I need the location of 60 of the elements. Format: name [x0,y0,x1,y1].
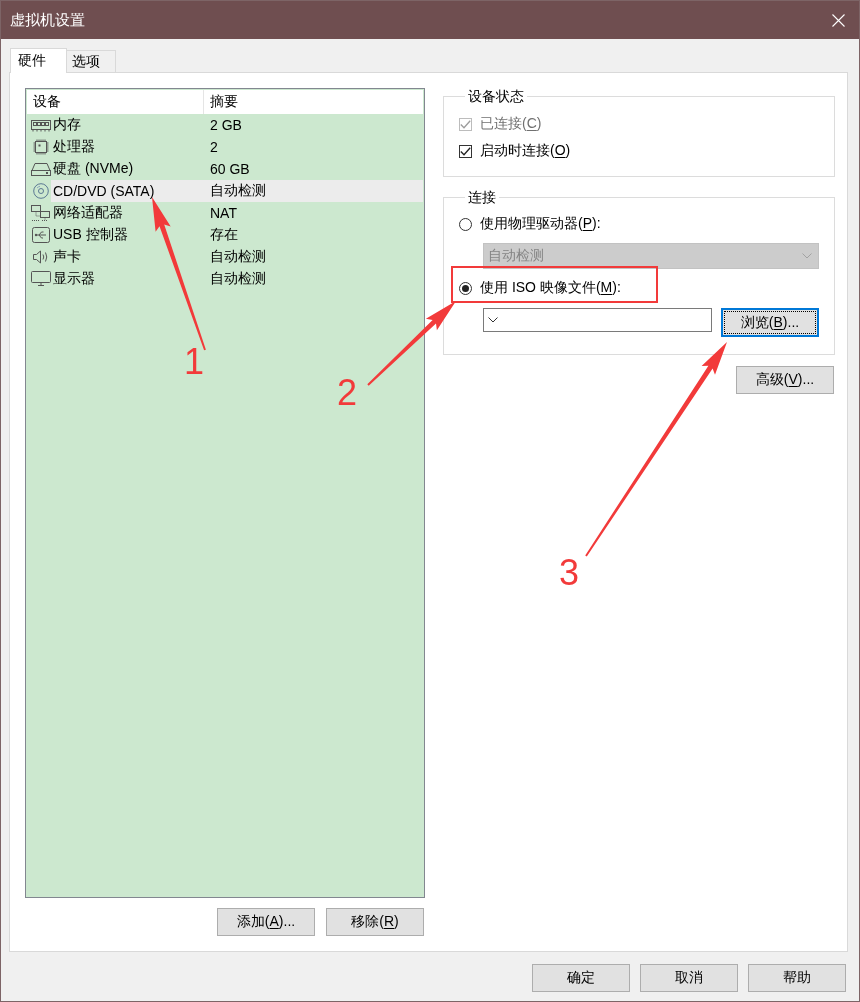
checkbox[interactable] [459,144,472,158]
device-summary: 自动检测 [209,182,267,200]
group-title: 连接 [467,189,497,205]
usb-icon [31,227,51,243]
device-row[interactable]: 显示器 自动检测 [51,268,423,290]
add-button[interactable]: 添加(A)... [217,908,315,936]
iso-path-combobox[interactable] [483,308,712,332]
close-icon[interactable] [832,13,845,27]
annotation-number: 3 [559,555,580,591]
device-name: 处理器 [52,138,96,156]
device-summary: 存在 [209,226,239,244]
device-row[interactable]: 声卡 自动检测 [51,246,423,268]
device-name: 声卡 [52,248,82,266]
annotation-number: 2 [337,375,358,411]
disc-icon [31,183,51,199]
device-row[interactable]: 网络适配器 NAT [51,202,423,224]
device-summary: 2 GB [209,117,243,133]
device-row[interactable]: USB 控制器 存在 [51,224,423,246]
group-title: 设备状态 [467,88,525,104]
radio-button[interactable] [459,217,472,231]
device-name: 硬盘 (NVMe) [52,160,135,178]
browse-button[interactable]: 浏览(B)... [721,308,819,337]
chevron-down-icon [488,317,498,323]
device-summary: 2 [209,139,219,155]
column-header[interactable]: 摘要 [203,90,423,114]
device-row[interactable]: CD/DVD (SATA) 自动检测 [51,180,423,202]
device-row[interactable]: 内存 2 GB [51,114,423,136]
device-name: 网络适配器 [52,204,124,222]
radio-label[interactable]: 使用物理驱动器(P): [480,215,601,233]
help-button[interactable]: 帮助 [748,964,846,992]
device-summary: NAT [209,205,238,221]
ok-button[interactable]: 确定 [532,964,630,992]
monitor-icon [31,271,51,287]
device-summary: 自动检测 [209,248,267,266]
device-row[interactable]: 处理器 2 [51,136,423,158]
network-icon [31,205,51,221]
checkmark-icon [460,119,471,129]
remove-button[interactable]: 移除(R) [326,908,424,936]
chevron-down-icon [802,253,812,259]
device-name: 内存 [52,116,82,134]
tab[interactable]: 硬件 [10,48,67,73]
device-name: USB 控制器 [52,226,129,244]
checkbox-label[interactable]: 启动时连接(O) [480,142,571,160]
device-row[interactable]: 硬盘 (NVMe) 60 GB [51,158,423,180]
annotation-number: 1 [184,344,205,380]
advanced-button[interactable]: 高级(V)... [736,366,834,394]
tab[interactable]: 选项 [67,50,116,72]
device-summary: 60 GB [209,161,251,177]
device-name: CD/DVD (SATA) [52,183,156,199]
chip-icon [31,139,51,155]
cancel-button[interactable]: 取消 [640,964,738,992]
window-title: 虚拟机设置 [10,10,85,30]
radio-button[interactable] [459,281,472,295]
hard-drive-icon [31,161,51,177]
device-name: 显示器 [52,270,96,288]
memory-module-icon [31,117,51,133]
column-header[interactable]: 设备 [27,90,203,114]
checkmark-icon [460,146,471,156]
device-summary: 自动检测 [209,270,267,288]
radio-label[interactable]: 使用 ISO 映像文件(M): [480,279,621,297]
